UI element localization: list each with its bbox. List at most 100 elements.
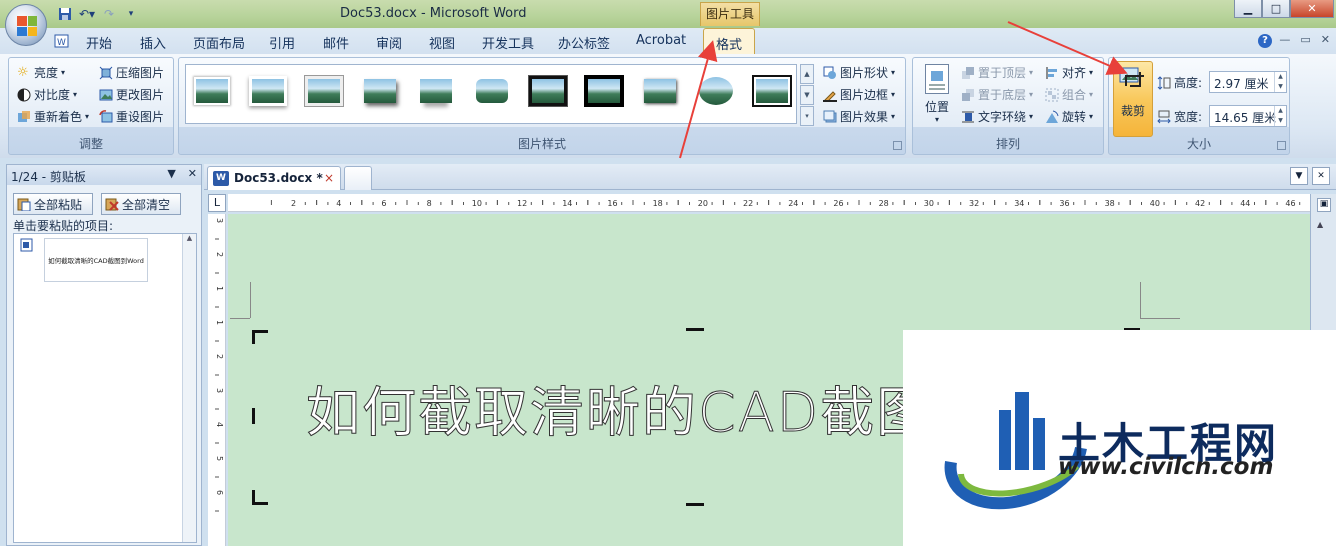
style-thumb[interactable] xyxy=(304,75,344,107)
quick-access-toolbar: ↶▾ ↷ ▾ xyxy=(56,6,140,22)
tab-home[interactable]: 开始 xyxy=(86,33,112,52)
style-thumb[interactable] xyxy=(472,75,512,107)
tab-developer[interactable]: 开发工具 xyxy=(482,33,534,52)
group-arrange-label: 排列 xyxy=(995,137,1020,151)
gallery-down-icon[interactable]: ▼ xyxy=(800,85,814,105)
tab-review[interactable]: 审阅 xyxy=(376,33,402,52)
selected-picture-text[interactable]: 如何截取清晰的CAD截图到 xyxy=(305,368,988,447)
help-icon[interactable]: ? xyxy=(1258,34,1272,48)
change-picture-button[interactable]: 更改图片 xyxy=(99,86,164,103)
text-wrap-button[interactable]: 文字环绕 ▾ xyxy=(961,108,1033,125)
width-input[interactable]: 14.65 厘米 ▲ ▼ xyxy=(1209,105,1287,127)
picture-border-button[interactable]: 图片边框 ▾ xyxy=(823,86,895,103)
minimize-icon[interactable]: ▁ xyxy=(1234,0,1262,18)
ruler-label: 18 xyxy=(653,199,663,208)
style-thumb[interactable] xyxy=(248,75,288,107)
contrast-button[interactable]: 对比度 ▾ xyxy=(17,86,77,103)
style-thumb[interactable] xyxy=(528,75,568,107)
style-thumb[interactable] xyxy=(640,75,680,107)
tab-references[interactable]: 引用 xyxy=(269,33,295,52)
save-icon[interactable] xyxy=(56,6,74,22)
height-stepper-icon[interactable]: ▲ ▼ xyxy=(1274,72,1286,92)
crop-button[interactable]: 裁剪 xyxy=(1113,61,1153,137)
ruler-label: 4 xyxy=(215,422,224,427)
ruler-label: 20 xyxy=(698,199,708,208)
tab-format[interactable]: 格式 xyxy=(703,28,756,54)
tab-acrobat[interactable]: Acrobat xyxy=(636,33,686,48)
ruler-label: 16 xyxy=(607,199,617,208)
paste-icon xyxy=(17,197,31,212)
size-dialog-launcher-icon[interactable] xyxy=(1277,141,1286,150)
maximize-icon[interactable]: □ xyxy=(1262,0,1290,18)
office-button[interactable] xyxy=(5,4,47,46)
close-icon[interactable]: ✕ xyxy=(1290,0,1334,18)
tab-page-layout[interactable]: 页面布局 xyxy=(193,33,245,52)
doc-restore-icon[interactable]: ▭ xyxy=(1300,33,1310,46)
crop-handle[interactable] xyxy=(252,330,255,344)
clear-all-button[interactable]: 全部清空 xyxy=(101,193,181,215)
send-to-back-button[interactable]: 置于底层 ▾ xyxy=(961,86,1033,103)
scroll-up-icon[interactable]: ▲ xyxy=(1317,220,1323,229)
height-input[interactable]: 2.97 厘米 ▲ ▼ xyxy=(1209,71,1287,93)
gallery-more-icon[interactable]: ▾ xyxy=(800,106,814,126)
group-size-label: 大小 xyxy=(1186,137,1211,151)
pane-close-icon[interactable]: ✕ xyxy=(188,167,197,180)
picture-shape-button[interactable]: 图片形状 ▾ xyxy=(823,64,895,81)
width-stepper-icon[interactable]: ▲ ▼ xyxy=(1274,106,1286,126)
margin-mark xyxy=(1140,282,1141,318)
picture-effects-button[interactable]: 图片效果 ▾ xyxy=(823,108,895,125)
tab-mailings[interactable]: 邮件 xyxy=(323,33,349,52)
horizontal-ruler[interactable]: 2 4 6 8 10 12 14 16 18 20 22 24 26 28 30 32 34 36 38 40 42 44… xyxy=(228,194,1310,212)
clipboard-item[interactable]: 如何截取清晰的CAD截图到Word xyxy=(44,238,148,282)
doc-minimize-icon[interactable]: — xyxy=(1279,33,1290,46)
recolor-icon xyxy=(17,110,31,124)
tab-list-icon[interactable]: ▼ xyxy=(1290,167,1308,185)
recolor-button[interactable]: 重新着色 ▾ xyxy=(17,108,89,125)
picture-style-gallery[interactable] xyxy=(185,64,797,124)
width-icon xyxy=(1157,110,1171,124)
customize-qat-icon[interactable]: ▾ xyxy=(122,6,140,22)
gallery-scroll[interactable]: ▲ ▼ ▾ xyxy=(800,64,814,126)
crop-handle[interactable] xyxy=(686,328,704,331)
style-thumb[interactable] xyxy=(192,75,232,107)
align-button[interactable]: 对齐 ▾ xyxy=(1045,64,1093,81)
crop-handle[interactable] xyxy=(252,490,255,504)
tab-close-icon[interactable]: × xyxy=(324,171,334,185)
reset-picture-button[interactable]: 重设图片 xyxy=(99,108,164,125)
compress-picture-button[interactable]: 压缩图片 xyxy=(99,64,164,81)
style-thumb[interactable] xyxy=(416,75,456,107)
pane-options-icon[interactable]: ▼ xyxy=(167,167,175,180)
doc-tab-doc53[interactable]: W Doc53.docx * × xyxy=(207,166,341,190)
paste-all-button[interactable]: 全部粘贴 xyxy=(13,193,93,215)
style-thumb[interactable] xyxy=(696,75,736,107)
rotate-icon xyxy=(1045,110,1059,124)
style-thumb[interactable] xyxy=(584,75,624,107)
tab-insert[interactable]: 插入 xyxy=(140,33,166,52)
crop-handle[interactable] xyxy=(252,408,255,424)
gallery-up-icon[interactable]: ▲ xyxy=(800,64,814,84)
tab-office-tab[interactable]: 办公标签 xyxy=(558,33,610,52)
styles-dialog-launcher-icon[interactable] xyxy=(893,141,902,150)
redo-icon[interactable]: ↷ xyxy=(100,6,118,22)
tab-view[interactable]: 视图 xyxy=(429,33,455,52)
group-button[interactable]: 组合 ▾ xyxy=(1045,86,1093,103)
brightness-button[interactable]: ☼ 亮度 ▾ xyxy=(17,64,65,81)
ruler-label: 32 xyxy=(969,199,979,208)
tab-selector[interactable]: L xyxy=(208,194,226,212)
ruler-label: 36 xyxy=(1059,199,1069,208)
vertical-ruler[interactable]: 3 2 1 1 2 3 4 5 6 xyxy=(208,214,226,546)
word-doc-icon[interactable]: W xyxy=(54,33,70,53)
window-controls: ▁ □ ✕ xyxy=(1234,0,1334,18)
tab-close-all-icon[interactable]: ✕ xyxy=(1312,167,1330,185)
clipboard-scrollbar[interactable]: ▲ xyxy=(182,234,196,542)
undo-icon[interactable]: ↶▾ xyxy=(78,6,96,22)
crop-handle[interactable] xyxy=(686,503,704,506)
bring-to-front-button[interactable]: 置于顶层 ▾ xyxy=(961,64,1033,81)
doc-close-icon[interactable]: ✕ xyxy=(1321,33,1330,46)
ruler-toggle-icon[interactable]: ▣ xyxy=(1317,198,1331,212)
style-thumb[interactable] xyxy=(752,75,792,107)
rotate-button[interactable]: 旋转 ▾ xyxy=(1045,108,1093,125)
position-button[interactable]: 位置 ▾ xyxy=(919,64,955,134)
style-thumb[interactable] xyxy=(360,75,400,107)
new-tab-button[interactable] xyxy=(344,166,372,190)
